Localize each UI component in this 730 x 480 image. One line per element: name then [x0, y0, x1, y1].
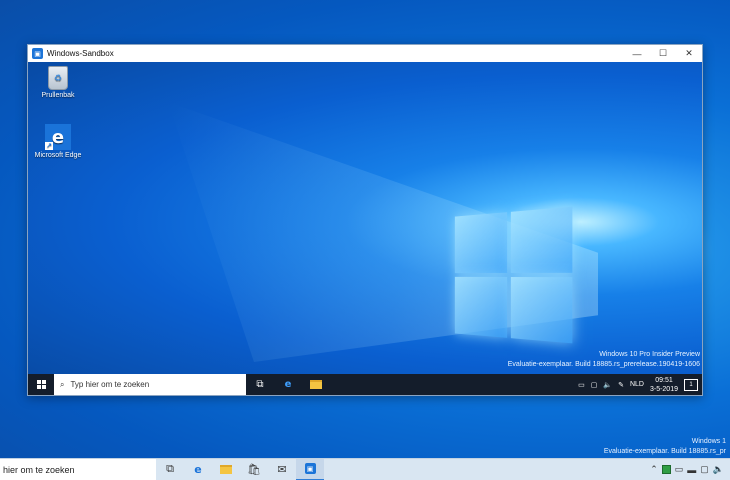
edge-icon: e ↗	[45, 124, 71, 150]
search-placeholder: Typ hier om te zoeken	[70, 380, 150, 389]
host-watermark-line1: Windows 1	[691, 438, 726, 445]
host-search-box[interactable]: hier om te zoeken	[0, 458, 156, 480]
windows-start-icon	[36, 380, 46, 389]
battery-icon[interactable]: ▭	[578, 381, 585, 389]
host-watermark: Windows 1 Evaluatie-exemplaar. Build 188…	[604, 437, 726, 457]
task-view-button[interactable]: ⧉	[246, 374, 274, 395]
host-search-text: hier om te zoeken	[3, 464, 75, 475]
desktop-icon-edge[interactable]: e ↗ Microsoft Edge	[32, 124, 84, 159]
sandbox-app-icon: ▣	[304, 463, 316, 474]
guest-watermark: Windows 10 Pro Insider Preview Evaluatie…	[508, 350, 700, 370]
guest-watermark-line2: Evaluatie-exemplaar. Build 18885.rs_prer…	[507, 361, 700, 368]
chevron-up-icon[interactable]: ⌃	[650, 464, 658, 475]
window-controls: — ☐ ✕	[624, 45, 702, 62]
monitor-icon[interactable]: ▭	[675, 464, 684, 475]
shortcut-arrow-icon: ↗	[45, 142, 53, 150]
host-watermark-line2: Evaluatie-exemplaar. Build 18885.rs_pr	[603, 448, 726, 455]
maximize-button[interactable]: ☐	[650, 45, 676, 62]
sandbox-app-icon: ▣	[32, 48, 43, 59]
notification-count: 1	[689, 381, 693, 388]
guest-watermark-line1: Windows 10 Pro Insider Preview	[599, 351, 700, 358]
desktop-icon-recycle-bin[interactable]: ♻ Prullenbak	[32, 66, 84, 99]
host-explorer-button[interactable]	[212, 459, 240, 480]
window-titlebar[interactable]: ▣ Windows-Sandbox — ☐ ✕	[28, 45, 702, 62]
host-taskbar: hier om te zoeken ⧉ e 🛍 ✉ ▣ ⌃ ▭ ▬ ▢ 🔈	[0, 458, 730, 480]
search-icon: ⌕	[60, 379, 65, 389]
window-title: Windows-Sandbox	[47, 49, 114, 58]
guest-search-box[interactable]: ⌕ Typ hier om te zoeken	[54, 374, 246, 395]
desktop-icon-label: Microsoft Edge	[34, 152, 82, 159]
clock-date: 3-5-2019	[649, 385, 678, 393]
host-system-tray: ⌃ ▭ ▬ ▢ 🔈	[650, 464, 730, 475]
guest-desktop: ♻ Prullenbak e ↗ Microsoft Edge Windows 1…	[28, 62, 702, 395]
start-button[interactable]	[28, 374, 54, 395]
clock-time: 09:51	[655, 376, 673, 384]
sandbox-window: ▣ Windows-Sandbox — ☐ ✕ ♻ Prullenbak e ↗ …	[27, 44, 703, 396]
host-edge-button[interactable]: e	[184, 459, 212, 480]
taskbar-explorer-button[interactable]	[302, 374, 330, 395]
desktop-icon-label: Prullenbak	[41, 92, 75, 99]
recycle-bin-icon: ♻	[48, 66, 68, 90]
folder-icon	[220, 465, 232, 474]
task-view-icon: ⧉	[166, 463, 174, 475]
tray-app-icon[interactable]	[661, 465, 671, 474]
windows-logo-wallpaper	[454, 206, 573, 344]
network-icon[interactable]: ▢	[700, 464, 709, 475]
guest-system-tray: ▭ ▢ 🔈 ✎ NLD 09:51 3-5-2019 1	[578, 376, 702, 394]
network-icon[interactable]: ▢	[591, 381, 598, 389]
guest-taskbar: ⌕ Typ hier om te zoeken ⧉ e ▭ ▢ 🔈 ✎ NLD …	[28, 374, 702, 395]
task-view-icon: ⧉	[256, 379, 264, 390]
host-store-button[interactable]: 🛍	[240, 459, 268, 480]
folder-icon	[310, 380, 322, 389]
clock[interactable]: 09:51 3-5-2019	[650, 376, 678, 394]
action-center-button[interactable]: 1	[684, 378, 698, 391]
mail-icon: ✉	[277, 464, 287, 476]
edge-icon: e	[194, 463, 202, 476]
language-indicator[interactable]: NLD	[630, 381, 644, 388]
host-mail-button[interactable]: ✉	[268, 459, 296, 480]
battery-icon[interactable]: ▬	[687, 465, 696, 475]
volume-icon[interactable]: 🔈	[713, 464, 724, 475]
store-bag-icon: 🛍	[247, 464, 261, 476]
volume-icon[interactable]: 🔈	[603, 381, 612, 389]
edge-icon: e	[284, 379, 292, 390]
host-sandbox-button[interactable]: ▣	[296, 458, 324, 480]
pen-icon[interactable]: ✎	[618, 381, 624, 389]
host-task-view-button[interactable]: ⧉	[156, 459, 184, 480]
taskbar-edge-button[interactable]: e	[274, 374, 302, 395]
close-button[interactable]: ✕	[676, 45, 702, 62]
minimize-button[interactable]: —	[624, 45, 650, 62]
